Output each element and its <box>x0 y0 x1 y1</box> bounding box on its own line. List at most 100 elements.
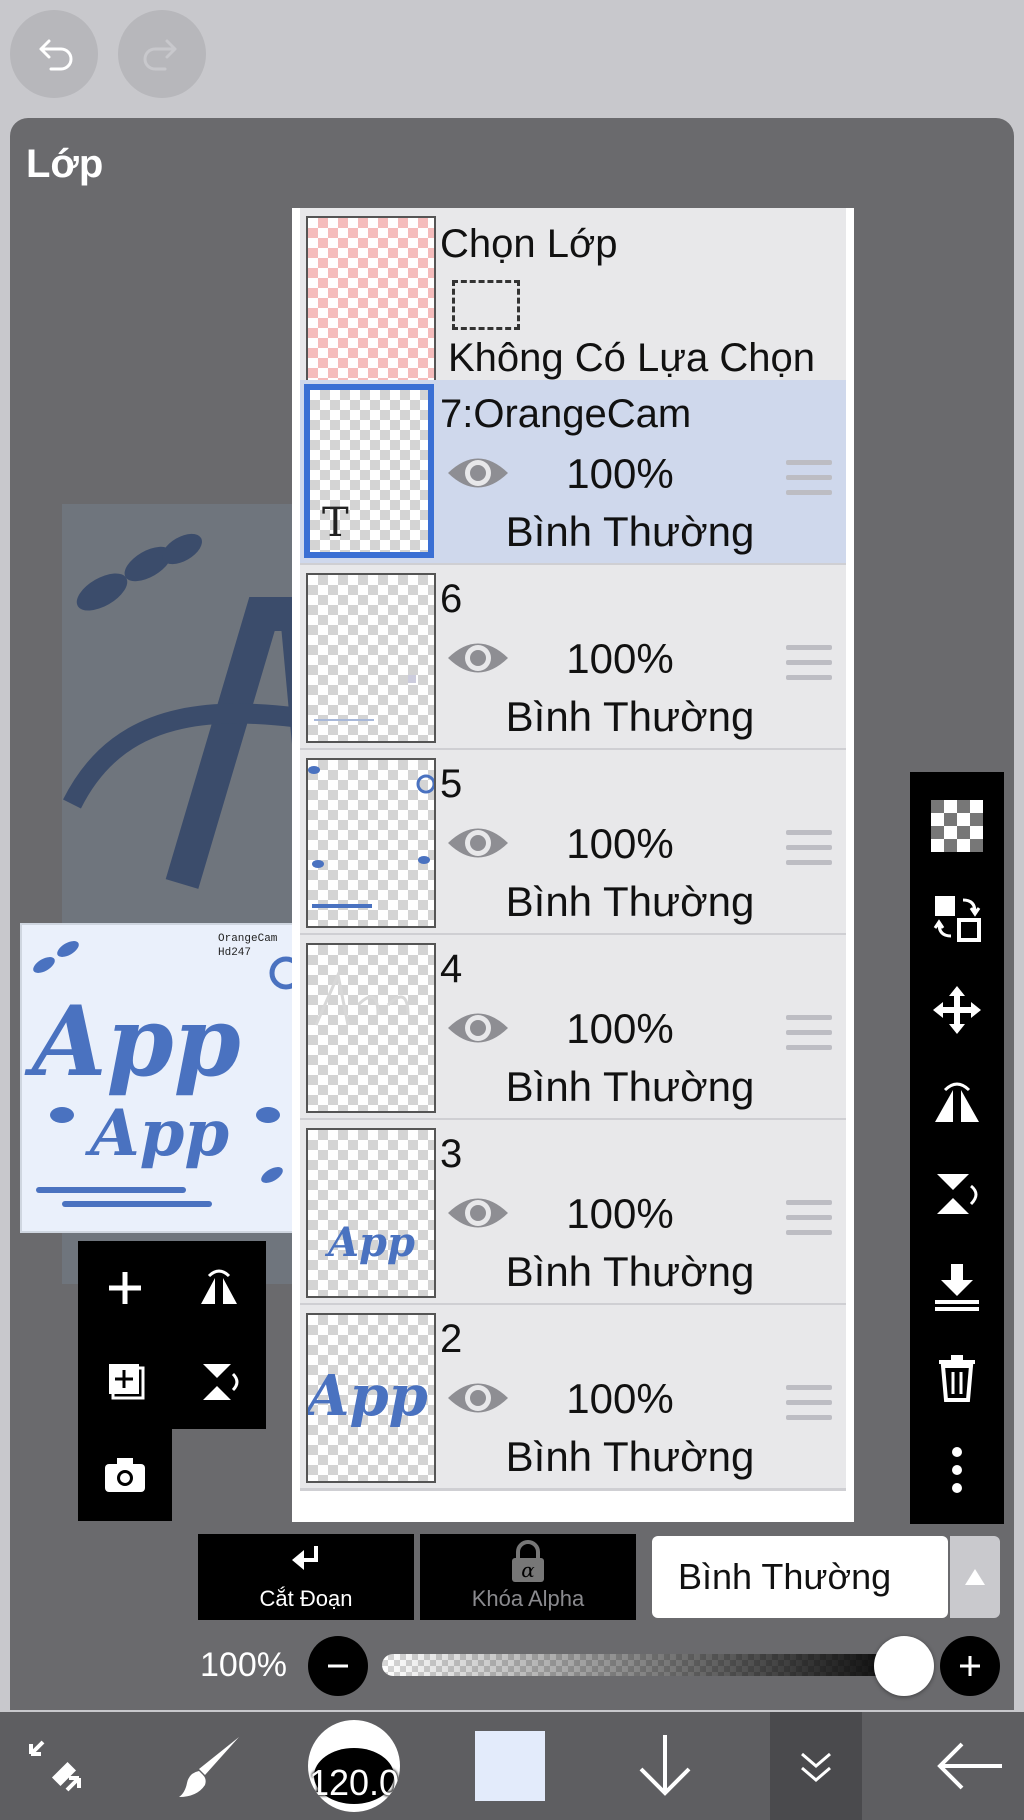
clipping-button[interactable]: Cắt Đoạn <box>198 1534 414 1620</box>
double-chevron-down-icon <box>801 1752 831 1782</box>
arrow-left-icon <box>937 1742 1002 1790</box>
blend-mode-dropdown-button[interactable] <box>950 1536 1000 1618</box>
brush-tool-button[interactable] <box>160 1712 260 1820</box>
visibility-eye-icon[interactable] <box>446 635 510 681</box>
visibility-eye-icon[interactable] <box>446 1190 510 1236</box>
drag-handle-icon[interactable] <box>786 1015 832 1055</box>
minus-icon <box>328 1664 348 1668</box>
layer-name: 3 <box>440 1132 463 1176</box>
color-button[interactable] <box>470 1712 550 1820</box>
layer-opacity: 100% <box>566 1005 674 1052</box>
layer-opacity: 100% <box>566 450 674 497</box>
layer-thumbnail: T <box>304 384 434 558</box>
flip-horizontal-side-button[interactable] <box>910 1056 1004 1148</box>
brush-size-button[interactable]: 120.0 <box>308 1720 400 1812</box>
layer-side-toolbar <box>910 772 1004 1524</box>
arrow-down-icon <box>639 1735 691 1796</box>
drag-handle-icon[interactable] <box>786 1200 832 1240</box>
layer-thumbnail: App <box>306 1128 436 1298</box>
redo-button[interactable] <box>118 10 206 98</box>
selection-marquee-icon <box>452 280 520 330</box>
layer-opacity: 100% <box>566 820 674 867</box>
layer-blend-mode: Bình Thường <box>505 508 755 555</box>
layer-row-4[interactable]: 4 100% Bình Thường <box>300 935 846 1121</box>
move-layer-button[interactable] <box>910 964 1004 1056</box>
redo-icon <box>143 39 177 71</box>
layer-row-5[interactable]: 5 100% Bình Thường <box>300 750 846 936</box>
undo-button[interactable] <box>10 10 98 98</box>
panel-title: Lớp <box>26 142 104 186</box>
more-options-button[interactable] <box>910 1424 1004 1516</box>
transparent-fill-button[interactable] <box>910 780 1004 872</box>
preview-small-text-1: OrangeCam <box>218 933 278 945</box>
plus-icon <box>109 1272 141 1304</box>
add-layer-button[interactable] <box>78 1241 172 1335</box>
flip-horizontal-button[interactable] <box>172 1241 266 1335</box>
drag-handle-icon[interactable] <box>786 1385 832 1425</box>
undo-icon <box>39 39 73 71</box>
selection-layer-title: Chọn Lớp <box>440 222 618 266</box>
trash-icon <box>939 1355 975 1402</box>
blend-mode-select[interactable]: Bình Thường <box>652 1536 948 1618</box>
camera-button[interactable] <box>78 1429 172 1523</box>
camera-icon <box>105 1458 145 1492</box>
clipping-arrow-icon <box>292 1546 318 1570</box>
transform-eraser-icon <box>29 1740 81 1792</box>
opacity-increase-button[interactable] <box>940 1636 1000 1696</box>
drag-handle-icon[interactable] <box>786 830 832 870</box>
layer-thumbnail: App <box>306 1313 436 1483</box>
svg-text:App: App <box>308 1363 428 1429</box>
layer-panel: Lớp OrangeCam Hd247 App App Chọn Lớp Khô… <box>10 118 1014 1710</box>
preview-art-text-2: App <box>85 1096 229 1171</box>
canvas-preview[interactable]: OrangeCam Hd247 App App <box>20 923 330 1233</box>
opacity-label: 100% <box>200 1646 287 1684</box>
visibility-eye-icon[interactable] <box>446 1005 510 1051</box>
drag-handle-icon[interactable] <box>786 645 832 685</box>
layer-list[interactable]: Chọn Lớp Không Có Lựa Chọn T 7:OrangeCam… <box>292 208 854 1522</box>
layer-row-7[interactable]: T 7:OrangeCam 100% Bình Thường <box>300 380 846 566</box>
selection-layer-row[interactable]: Chọn Lớp Không Có Lựa Chọn <box>300 208 846 386</box>
layer-row-2[interactable]: App 2 100% Bình Thường <box>300 1305 846 1491</box>
visibility-eye-icon[interactable] <box>446 450 510 496</box>
transform-tool-button[interactable] <box>0 1712 110 1820</box>
layer-blend-mode: Bình Thường <box>505 693 755 740</box>
visibility-eye-icon[interactable] <box>446 820 510 866</box>
delete-layer-button[interactable] <box>910 1332 1004 1424</box>
move-icon <box>933 986 981 1034</box>
layer-tool-grid <box>78 1241 266 1521</box>
merge-down-icon <box>935 1264 979 1311</box>
visibility-eye-icon[interactable] <box>446 1375 510 1421</box>
current-color-swatch <box>475 1731 545 1801</box>
layer-opacity: 100% <box>566 1375 674 1422</box>
text-layer-icon: T <box>322 500 349 546</box>
layer-blend-mode: Bình Thường <box>505 878 755 925</box>
alpha-lock-button[interactable]: α Khóa Alpha <box>420 1534 636 1620</box>
flip-horizontal-icon <box>935 1082 979 1122</box>
back-button[interactable] <box>920 1712 1020 1820</box>
merge-down-button[interactable] <box>910 1240 1004 1332</box>
bottom-toolbar: 120.0 <box>0 1712 1024 1820</box>
opacity-slider[interactable] <box>382 1654 922 1676</box>
more-vertical-icon <box>952 1447 962 1493</box>
layer-blend-mode: Bình Thường <box>505 1248 755 1295</box>
opacity-decrease-button[interactable] <box>308 1636 368 1696</box>
layer-name: 4 <box>440 947 463 991</box>
layer-thumbnail <box>306 573 436 743</box>
layer-row-3[interactable]: App 3 100% Bình Thường <box>300 1120 846 1306</box>
opacity-slider-knob[interactable] <box>874 1636 934 1696</box>
layer-name: 2 <box>440 1317 463 1361</box>
swap-layer-button[interactable] <box>910 872 1004 964</box>
layer-row-6[interactable]: 6 100% Bình Thường <box>300 565 846 751</box>
layers-panel-button[interactable] <box>770 1712 862 1820</box>
selection-layer-thumbnail <box>306 216 436 386</box>
drag-handle-icon[interactable] <box>786 460 832 500</box>
layer-thumbnail <box>306 943 436 1113</box>
layer-name: 7:OrangeCam <box>440 392 692 436</box>
flip-vertical-button[interactable] <box>172 1335 266 1429</box>
flip-vertical-side-button[interactable] <box>910 1148 1004 1240</box>
layer-down-button[interactable] <box>620 1712 710 1820</box>
triangle-up-icon <box>965 1569 985 1585</box>
add-layer-copy-button[interactable] <box>78 1335 172 1429</box>
add-copy-icon <box>109 1364 145 1400</box>
clipping-label: Cắt Đoạn <box>259 1586 353 1611</box>
